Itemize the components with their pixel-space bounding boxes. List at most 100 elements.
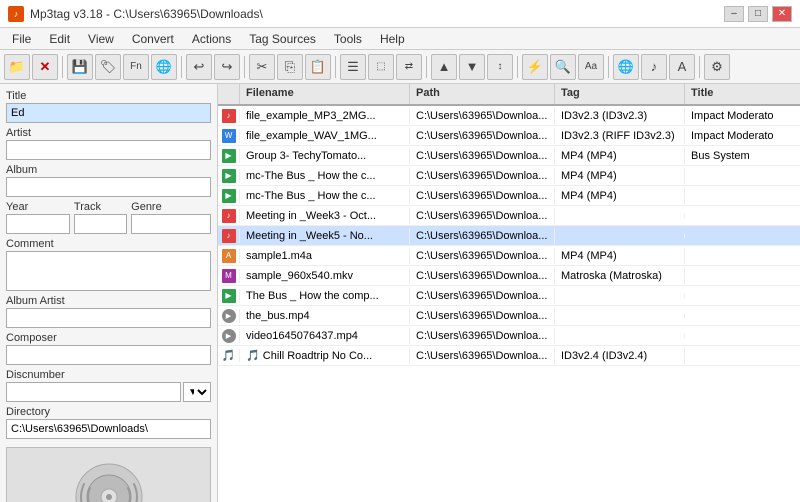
genre-field-group: Genre — [131, 201, 211, 234]
cell-filename: Group 3- TechyTomato... — [240, 148, 410, 164]
cell-filename: Meeting in _Week3 - Oct... — [240, 208, 410, 224]
table-row[interactable]: A sample1.m4a C:\Users\63965\Downloa... … — [218, 246, 800, 266]
track-input[interactable] — [74, 214, 127, 234]
toolbar-move-up-button[interactable]: ▲ — [431, 54, 457, 80]
toolbar-format-button[interactable]: Aa — [578, 54, 604, 80]
toolbar-delete-button[interactable]: ✕ — [32, 54, 58, 80]
cell-title — [685, 234, 800, 238]
year-input[interactable] — [6, 214, 70, 234]
table-row[interactable]: W file_example_WAV_1MG... C:\Users\63965… — [218, 126, 800, 146]
album-input[interactable] — [6, 177, 211, 197]
discnumber-input[interactable] — [6, 382, 181, 402]
file-type-icon: W — [222, 129, 236, 143]
album-artist-input[interactable] — [6, 308, 211, 328]
composer-field-group: Composer — [6, 332, 211, 365]
table-row[interactable]: ▶ Group 3- TechyTomato... C:\Users\63965… — [218, 146, 800, 166]
table-row[interactable]: ♪ file_example_MP3_2MG... C:\Users\63965… — [218, 106, 800, 126]
cell-tag: ID3v2.3 (RIFF ID3v2.3) — [555, 128, 685, 144]
menu-item-help[interactable]: Help — [372, 30, 413, 48]
toolbar-cut-button[interactable]: ✂ — [249, 54, 275, 80]
toolbar-actions-button[interactable]: ⚡ — [522, 54, 548, 80]
toolbar-redo-button[interactable]: ↪ — [214, 54, 240, 80]
table-row[interactable]: ▶ mc-The Bus _ How the c... C:\Users\639… — [218, 186, 800, 206]
toolbar-filename-tag-button[interactable]: Fn — [123, 54, 149, 80]
toolbar-settings-button[interactable]: ⚙ — [704, 54, 730, 80]
composer-input[interactable] — [6, 345, 211, 365]
toolbar-sep-2 — [181, 56, 182, 78]
toolbar-sort-button[interactable]: ↕ — [487, 54, 513, 80]
toolbar-move-down-button[interactable]: ▼ — [459, 54, 485, 80]
title-label: Title — [6, 90, 211, 102]
table-row[interactable]: ♪ Meeting in _Week3 - Oct... C:\Users\63… — [218, 206, 800, 226]
menu-item-tools[interactable]: Tools — [326, 30, 370, 48]
toolbar-tag-filename-button[interactable]: 🏷 — [95, 54, 121, 80]
cell-tag: MP4 (MP4) — [555, 168, 685, 184]
year-field-group: Year — [6, 201, 70, 234]
toolbar-save-button[interactable]: 💾 — [67, 54, 93, 80]
cell-path: C:\Users\63965\Downloa... — [410, 348, 555, 364]
toolbar-paste-button[interactable]: 📋 — [305, 54, 331, 80]
col-header-title[interactable]: Title — [685, 84, 800, 104]
col-header-icon[interactable] — [218, 84, 240, 104]
toolbar-copy-button[interactable]: ⎘ — [277, 54, 303, 80]
toolbar-open-button[interactable]: 📁 — [4, 54, 30, 80]
cell-icon: ▶ — [218, 189, 240, 203]
toolbar-sep-4 — [335, 56, 336, 78]
table-row[interactable]: ▶ video1645076437.mp4 C:\Users\63965\Dow… — [218, 326, 800, 346]
file-type-icon: ▶ — [222, 189, 236, 203]
toolbar-freedb-button[interactable]: ♪ — [641, 54, 667, 80]
toolbar-select-all-button[interactable]: ☰ — [340, 54, 366, 80]
cell-title: Bus System — [685, 148, 800, 164]
toolbar-amazon-button[interactable]: A — [669, 54, 695, 80]
toolbar-select-none-button[interactable]: ⬚ — [368, 54, 394, 80]
cell-path: C:\Users\63965\Downloa... — [410, 308, 555, 324]
toolbar-undo-button[interactable]: ↩ — [186, 54, 212, 80]
menu-item-view[interactable]: View — [80, 30, 122, 48]
toolbar-tag-discogs-button[interactable]: 🌐 — [151, 54, 177, 80]
toolbar-sep-5 — [426, 56, 427, 78]
cell-filename: file_example_MP3_2MG... — [240, 108, 410, 124]
maximize-button[interactable]: □ — [748, 6, 768, 22]
toolbar-web-button[interactable]: 🌐 — [613, 54, 639, 80]
comment-input[interactable] — [6, 251, 211, 291]
close-button[interactable]: ✕ — [772, 6, 792, 22]
menu-item-file[interactable]: File — [4, 30, 39, 48]
main-area: Title Artist Album Year Track Genre — [0, 84, 800, 502]
menu-item-edit[interactable]: Edit — [41, 30, 78, 48]
title-input[interactable] — [6, 103, 211, 123]
genre-input[interactable] — [131, 214, 211, 234]
col-header-tag[interactable]: Tag — [555, 84, 685, 104]
table-row[interactable]: ▶ mc-The Bus _ How the c... C:\Users\639… — [218, 166, 800, 186]
menu-item-tag-sources[interactable]: Tag Sources — [241, 30, 324, 48]
artist-label: Artist — [6, 127, 211, 139]
table-row[interactable]: ♪ Meeting in _Week5 - No... C:\Users\639… — [218, 226, 800, 246]
menu-item-convert[interactable]: Convert — [124, 30, 182, 48]
artist-input[interactable] — [6, 140, 211, 160]
toolbar-sep-3 — [244, 56, 245, 78]
table-row[interactable]: 🎵 🎵 Chill Roadtrip No Co... C:\Users\639… — [218, 346, 800, 366]
toolbar-sep-1 — [62, 56, 63, 78]
discnumber-select[interactable]: ▼ — [183, 382, 211, 402]
table-row[interactable]: ▶ The Bus _ How the comp... C:\Users\639… — [218, 286, 800, 306]
cell-path: C:\Users\63965\Downloa... — [410, 288, 555, 304]
cell-title — [685, 174, 800, 178]
col-header-filename[interactable]: Filename — [240, 84, 410, 104]
toolbar: 📁 ✕ 💾 🏷 Fn 🌐 ↩ ↪ ✂ ⎘ 📋 ☰ ⬚ ⇄ ▲ ▼ ↕ ⚡ 🔍 A… — [0, 50, 800, 84]
toolbar-sep-6 — [517, 56, 518, 78]
col-header-path[interactable]: Path — [410, 84, 555, 104]
file-list-body[interactable]: ♪ file_example_MP3_2MG... C:\Users\63965… — [218, 106, 800, 502]
cell-path: C:\Users\63965\Downloa... — [410, 208, 555, 224]
directory-input[interactable] — [6, 419, 211, 439]
toolbar-invert-button[interactable]: ⇄ — [396, 54, 422, 80]
cell-tag: MP4 (MP4) — [555, 148, 685, 164]
cell-icon: ▶ — [218, 169, 240, 183]
toolbar-filter-button[interactable]: 🔍 — [550, 54, 576, 80]
table-row[interactable]: M sample_960x540.mkv C:\Users\63965\Down… — [218, 266, 800, 286]
table-row[interactable]: ▶ the_bus.mp4 C:\Users\63965\Downloa... — [218, 306, 800, 326]
title-field-group: Title — [6, 90, 211, 123]
cell-icon: ▶ — [218, 149, 240, 163]
disc-icon — [74, 462, 144, 502]
cell-path: C:\Users\63965\Downloa... — [410, 148, 555, 164]
menu-item-actions[interactable]: Actions — [184, 30, 239, 48]
minimize-button[interactable]: – — [724, 6, 744, 22]
